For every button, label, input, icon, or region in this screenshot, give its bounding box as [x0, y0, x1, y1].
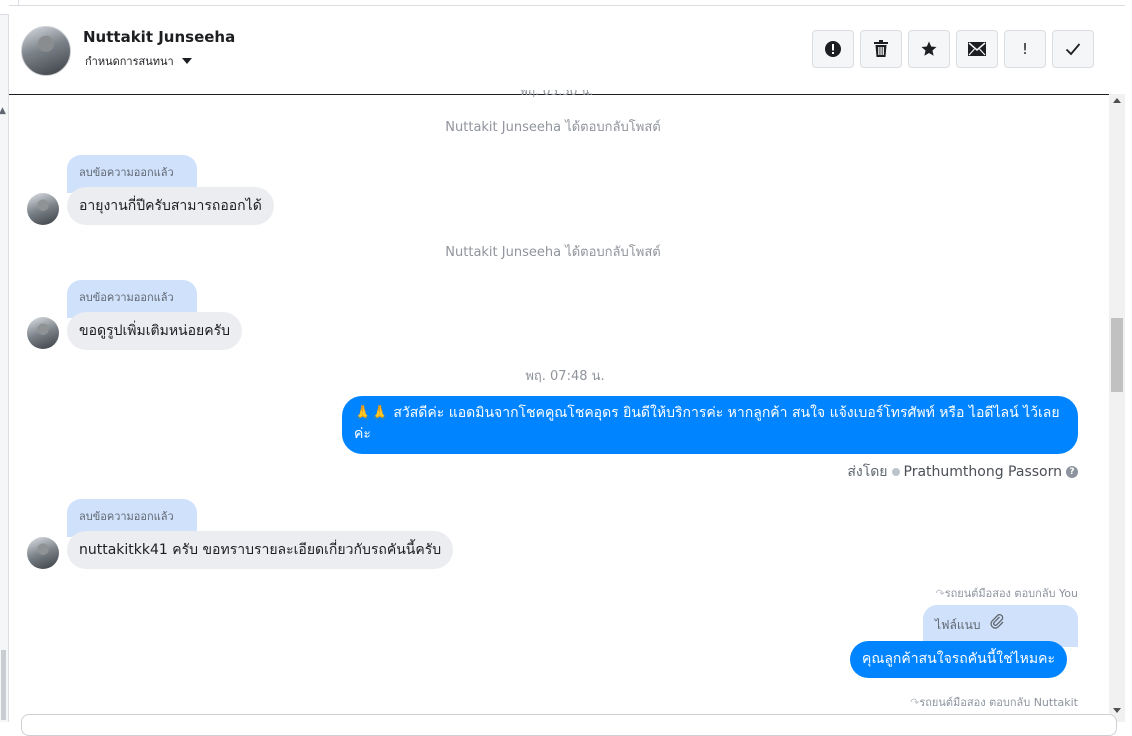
- sent-by-line: ส่งโดย Prathumthong Passorn ?: [847, 461, 1078, 483]
- post-reply-note: Nuttakit Junseeha ได้ตอบกลับโพสต์: [445, 245, 661, 260]
- envelope-icon: [968, 42, 986, 56]
- paperclip-icon: [990, 614, 1004, 629]
- message-scrollbar[interactable]: [1109, 94, 1125, 722]
- reply-arrow-icon: ↷: [910, 696, 920, 709]
- conversation-header: Nuttakit Junseeha กำหนดการสนทนา !: [9, 5, 1125, 95]
- incoming-message[interactable]: อายุงานกี่ปีครับสามารถออกได้: [67, 187, 274, 225]
- mark-unread-button[interactable]: [956, 30, 998, 68]
- verified-dot-icon: [891, 468, 900, 476]
- left-scrollbar-thumb[interactable]: [1, 650, 6, 720]
- star-button[interactable]: [908, 30, 950, 68]
- collapse-arrow-icon[interactable]: ▲: [0, 106, 6, 116]
- conversation-toolbar: !: [812, 30, 1094, 68]
- conversation-settings-label: กำหนดการสนทนา: [85, 55, 174, 68]
- help-icon[interactable]: ?: [1066, 466, 1078, 478]
- outgoing-message[interactable]: 🙏🙏 สวัสดีค่ะ แอดมินจากโชคคูณโชคอุดร ยินด…: [342, 396, 1078, 454]
- done-button[interactable]: [1052, 30, 1094, 68]
- reply-context-text: รถยนต์มือสอง ตอบกลับ You: [944, 587, 1078, 600]
- chevron-down-icon: [181, 58, 192, 64]
- reply-context: ↷รถยนต์มือสอง ตอบกลับ Nuttakit: [910, 693, 1078, 711]
- incoming-message[interactable]: ขอดูรูปเพิ่มเติมหน่อยครับ: [67, 312, 243, 350]
- avatar[interactable]: [27, 317, 59, 349]
- incoming-message[interactable]: nuttakitkk41 ครับ ขอทราบรายละเอียดเกี่ยว…: [67, 531, 454, 569]
- scroll-up-icon[interactable]: [1113, 98, 1121, 103]
- alert-circle-icon: [825, 41, 841, 57]
- reply-context-text: รถยนต์มือสอง ตอบกลับ Nuttakit: [919, 696, 1078, 709]
- reply-context: ↷รถยนต์มือสอง ตอบกลับ You: [935, 584, 1078, 602]
- important-button[interactable]: !: [1004, 30, 1046, 68]
- trash-icon: [874, 40, 888, 57]
- contact-avatar[interactable]: [21, 26, 71, 76]
- contact-name[interactable]: Nuttakit Junseeha: [83, 28, 235, 46]
- scrollbar-thumb[interactable]: [1111, 318, 1123, 392]
- message-composer-input[interactable]: [21, 714, 1117, 736]
- delete-button[interactable]: [860, 30, 902, 68]
- attachment-label: ไฟล์แนบ: [935, 618, 981, 632]
- sender-name[interactable]: Prathumthong Passorn: [904, 464, 1062, 480]
- left-panel-edge: ▲: [0, 0, 19, 722]
- check-icon: [1065, 43, 1081, 56]
- outgoing-message[interactable]: คุณลูกค้าสนใจรถคันนี้ใช่ไหมคะ: [850, 641, 1068, 678]
- avatar[interactable]: [27, 193, 59, 225]
- post-reply-note: Nuttakit Junseeha ได้ตอบกลับโพสต์: [445, 120, 661, 135]
- message-timestamp: พฤ. 07:48 น.: [525, 369, 605, 384]
- scroll-down-icon[interactable]: [1113, 708, 1121, 713]
- exclamation-icon: !: [1021, 40, 1028, 58]
- star-icon: [921, 41, 937, 56]
- reply-arrow-icon: ↷: [935, 587, 945, 600]
- avatar[interactable]: [27, 537, 59, 569]
- conversation-settings-dropdown[interactable]: กำหนดการสนทนา: [85, 52, 192, 70]
- sent-by-label: ส่งโดย: [847, 464, 888, 480]
- report-button[interactable]: [812, 30, 854, 68]
